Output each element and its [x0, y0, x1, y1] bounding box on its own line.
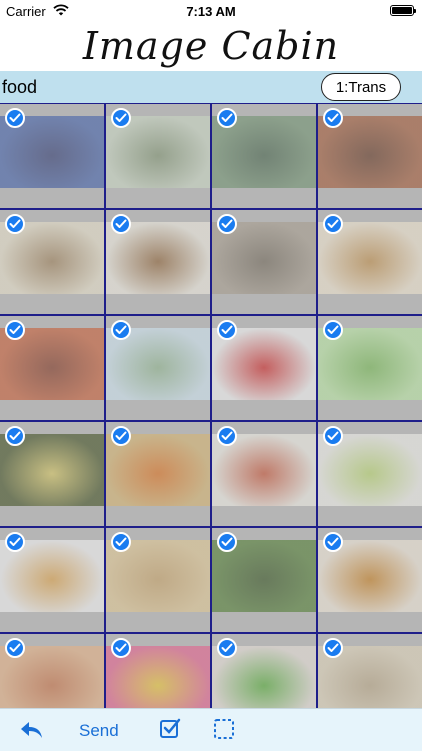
photo-thumbnail[interactable] — [212, 104, 316, 208]
photo-thumbnail[interactable] — [106, 316, 210, 420]
checkmark-icon[interactable] — [111, 214, 131, 234]
reply-arrow-icon[interactable] — [20, 720, 44, 740]
checkmark-icon[interactable] — [217, 320, 237, 340]
checkmark-icon[interactable] — [323, 320, 343, 340]
photo-thumbnail[interactable] — [212, 210, 316, 314]
photo-thumbnail[interactable] — [106, 634, 210, 708]
category-label: food — [2, 77, 38, 97]
image-grid[interactable] — [0, 103, 422, 708]
checkmark-icon[interactable] — [217, 426, 237, 446]
photo-thumbnail[interactable] — [0, 634, 104, 708]
photo-thumbnail[interactable] — [0, 210, 104, 314]
photo-thumbnail[interactable] — [318, 104, 422, 208]
clock: 7:13 AM — [186, 4, 236, 19]
checkmark-icon[interactable] — [217, 214, 237, 234]
checkmark-icon[interactable] — [5, 532, 25, 552]
checkmark-icon[interactable] — [111, 532, 131, 552]
checkmark-icon[interactable] — [5, 638, 25, 658]
checkmark-icon[interactable] — [5, 214, 25, 234]
checkmark-icon[interactable] — [217, 108, 237, 128]
send-button[interactable]: Send — [79, 721, 119, 741]
photo-thumbnail[interactable] — [0, 316, 104, 420]
photo-thumbnail[interactable] — [212, 316, 316, 420]
checkmark-icon[interactable] — [323, 638, 343, 658]
checkmark-icon[interactable] — [111, 426, 131, 446]
app-title: Image Cabin — [82, 24, 340, 68]
checkmark-icon[interactable] — [323, 214, 343, 234]
photo-thumbnail[interactable] — [106, 210, 210, 314]
photo-thumbnail[interactable] — [212, 528, 316, 632]
checkmark-icon[interactable] — [5, 426, 25, 446]
checkmark-icon[interactable] — [323, 426, 343, 446]
battery-icon — [390, 5, 416, 16]
checkmark-icon[interactable] — [323, 108, 343, 128]
category-bar: food 1:Trans — [0, 71, 422, 103]
photo-thumbnail[interactable] — [318, 210, 422, 314]
checkmark-icon[interactable] — [217, 532, 237, 552]
photo-thumbnail[interactable] — [106, 104, 210, 208]
photo-thumbnail[interactable] — [318, 422, 422, 526]
checkmark-icon[interactable] — [5, 320, 25, 340]
checkmark-icon[interactable] — [111, 320, 131, 340]
photo-thumbnail[interactable] — [212, 634, 316, 708]
photo-thumbnail[interactable] — [318, 634, 422, 708]
photo-thumbnail[interactable] — [106, 422, 210, 526]
checkmark-icon[interactable] — [323, 532, 343, 552]
trans-button[interactable]: 1:Trans — [321, 73, 401, 101]
photo-thumbnail[interactable] — [0, 422, 104, 526]
photo-thumbnail[interactable] — [318, 316, 422, 420]
checkmark-icon[interactable] — [217, 638, 237, 658]
photo-thumbnail[interactable] — [318, 528, 422, 632]
checkmark-icon[interactable] — [5, 108, 25, 128]
checkmark-icon[interactable] — [111, 638, 131, 658]
status-bar: Carrier 7:13 AM — [0, 0, 422, 22]
dashed-square-icon[interactable] — [213, 718, 235, 740]
photo-thumbnail[interactable] — [212, 422, 316, 526]
photo-thumbnail[interactable] — [0, 104, 104, 208]
photo-thumbnail[interactable] — [0, 528, 104, 632]
checkmark-icon[interactable] — [111, 108, 131, 128]
checked-square-icon[interactable] — [159, 718, 181, 740]
bottom-toolbar: Send — [0, 708, 422, 751]
photo-thumbnail[interactable] — [106, 528, 210, 632]
